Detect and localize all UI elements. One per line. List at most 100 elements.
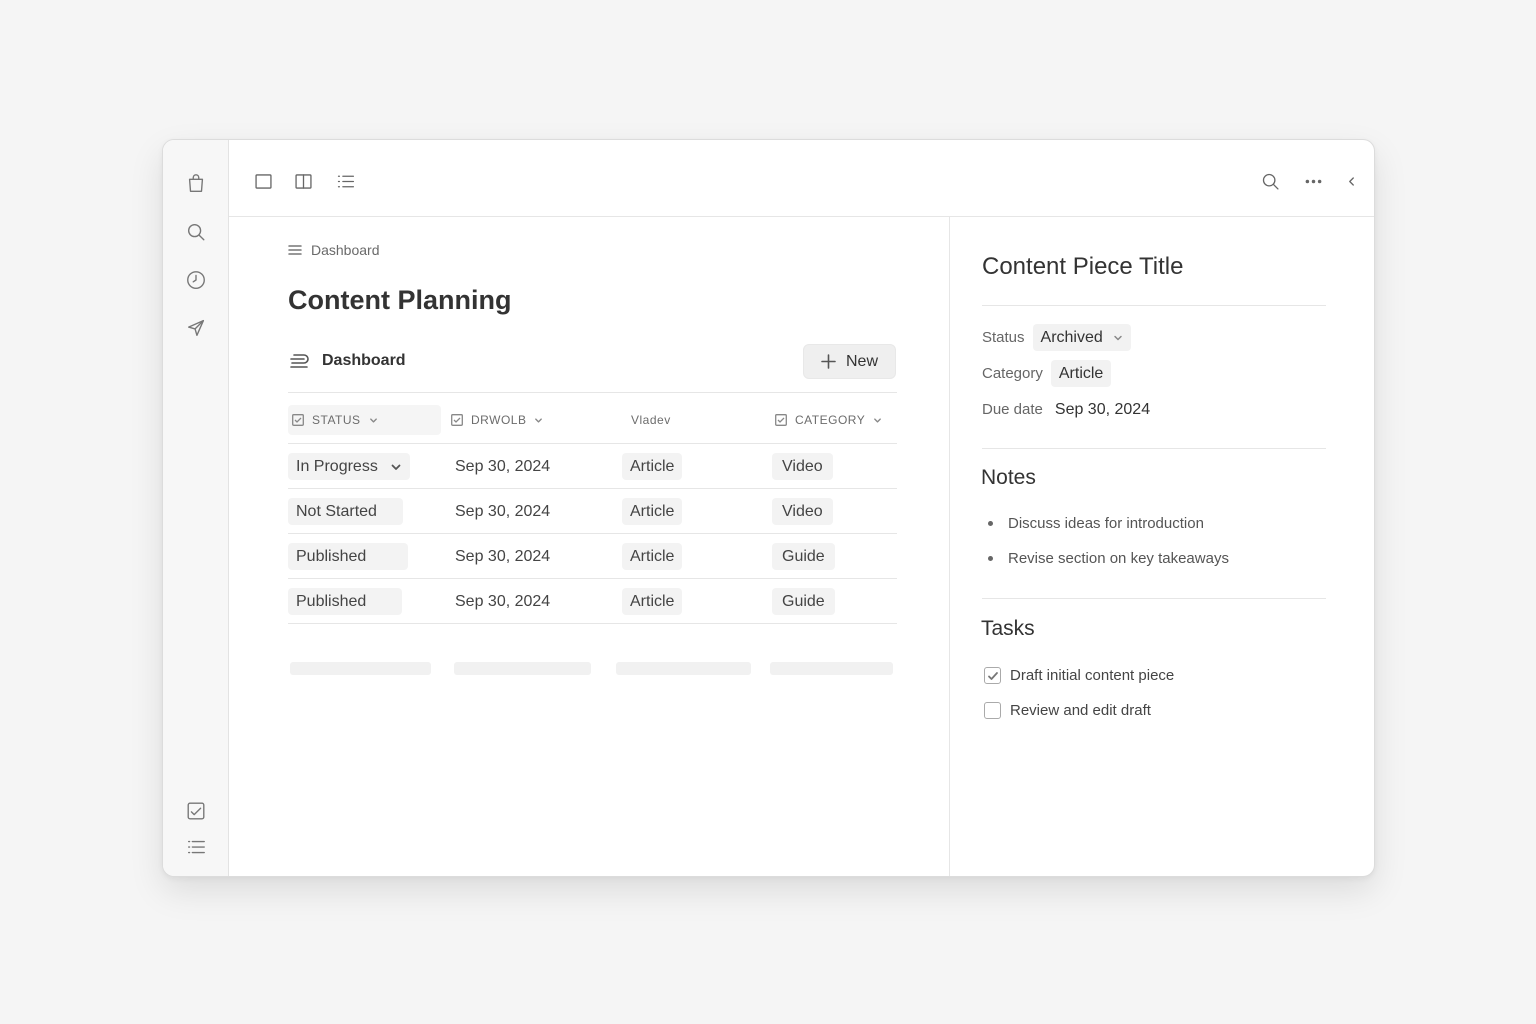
status-cell[interactable]: Published [288, 588, 403, 615]
status-value: In Progress [296, 457, 378, 475]
stack-icon [290, 354, 309, 368]
date-cell[interactable]: Sep 30, 2024 [455, 588, 550, 615]
category-cell[interactable]: Video [772, 498, 833, 525]
status-select[interactable]: Published [288, 543, 409, 570]
property-label: Category [982, 365, 1043, 382]
column-header-category[interactable]: CATEGORY [771, 405, 882, 435]
date-cell[interactable]: Sep 30, 2024 [455, 543, 550, 570]
detail-panel: Content Piece Title Status Archived Cate… [951, 217, 1374, 876]
category-value[interactable]: Article [1050, 360, 1112, 387]
shopping-bag-icon[interactable] [183, 170, 209, 196]
category-cell[interactable]: Guide [772, 543, 835, 570]
type-cell[interactable]: Article [622, 453, 683, 480]
chevron-down-icon [535, 417, 543, 423]
category-cell[interactable]: Guide [772, 588, 835, 615]
detail-title[interactable]: Content Piece Title [982, 253, 1183, 281]
column-header-status[interactable]: STATUS [288, 405, 441, 435]
table-row[interactable]: Published Sep 30, 2024 Article Guide [288, 534, 897, 579]
category-tag: Guide [772, 543, 835, 570]
loading-placeholder [454, 662, 591, 675]
table-row[interactable]: Not Started Sep 30, 2024 Article Video [288, 489, 897, 534]
property-label: Status [982, 329, 1025, 346]
table-row[interactable]: In Progress Sep 30, 2024 Article Video [288, 444, 897, 489]
checkbox-icon [451, 414, 463, 426]
breadcrumb-label: Dashboard [311, 242, 380, 258]
tab-dashboard[interactable]: Dashboard [288, 351, 406, 371]
list-view-icon[interactable] [333, 169, 357, 193]
tasks-heading: Tasks [981, 617, 1035, 640]
send-icon[interactable] [183, 315, 209, 341]
table-header: STATUS DRWOLB Vladev CATEGORY [288, 405, 897, 444]
column-header-label: CATEGORY [795, 413, 866, 427]
type-cell[interactable]: Article [622, 543, 683, 570]
note-item[interactable]: Revise section on key takeaways [988, 550, 1229, 567]
type-cell[interactable]: Article [622, 498, 683, 525]
type-tag: Article [622, 453, 683, 480]
category-tag: Guide [772, 588, 835, 615]
checkbox-icon[interactable] [183, 798, 209, 824]
new-button[interactable]: New [803, 344, 896, 379]
date-cell[interactable]: Sep 30, 2024 [455, 453, 550, 480]
app-window: Dashboard Content Planning Dashboard New… [162, 139, 1375, 877]
status-select[interactable]: Published [288, 588, 403, 615]
content-table: STATUS DRWOLB Vladev CATEGORY In Progres… [288, 405, 897, 624]
page-title: Content Planning [288, 285, 512, 315]
more-icon[interactable] [1301, 169, 1325, 193]
status-select[interactable]: Not Started [288, 498, 403, 525]
status-cell[interactable]: Not Started [288, 498, 403, 525]
column-header-label: Vladev [631, 413, 671, 427]
breadcrumb[interactable]: Dashboard [288, 242, 380, 258]
chevron-down-icon [391, 464, 401, 470]
search-icon[interactable] [183, 219, 209, 245]
task-label: Review and edit draft [1010, 702, 1151, 719]
note-text: Discuss ideas for introduction [1008, 515, 1204, 532]
loading-placeholder [770, 662, 893, 675]
bullet-icon [988, 556, 993, 561]
note-text: Revise section on key takeaways [1008, 550, 1229, 567]
note-item[interactable]: Discuss ideas for introduction [988, 515, 1204, 532]
menu-icon [288, 245, 302, 255]
tab-dashboard-label: Dashboard [322, 352, 406, 369]
divider [982, 305, 1326, 306]
status-select[interactable]: In Progress [288, 453, 410, 480]
status-value: Not Started [296, 502, 377, 520]
single-pane-icon[interactable] [251, 169, 275, 193]
status-select[interactable]: Archived [1032, 324, 1131, 351]
status-value: Archived [1040, 328, 1103, 346]
divider [982, 598, 1326, 599]
type-tag: Article [622, 588, 683, 615]
type-tag: Article [622, 543, 683, 570]
new-button-label: New [845, 352, 878, 370]
status-cell[interactable]: Published [288, 543, 409, 570]
status-value: Published [296, 592, 367, 610]
category-cell[interactable]: Video [772, 453, 833, 480]
task-checkbox[interactable] [984, 702, 1001, 719]
settings-list-icon[interactable] [183, 834, 209, 860]
clock-icon[interactable] [183, 267, 209, 293]
loading-placeholder [616, 662, 751, 675]
chevron-down-icon [369, 417, 377, 423]
notes-heading: Notes [981, 466, 1036, 489]
task-item[interactable]: Review and edit draft [984, 702, 1151, 719]
category-tag: Video [772, 498, 833, 525]
column-header-type[interactable]: Vladev [627, 405, 671, 435]
toolbar [229, 140, 1374, 217]
search-icon[interactable] [1258, 169, 1282, 193]
split-pane-icon[interactable] [291, 169, 315, 193]
due-date-value[interactable]: Sep 30, 2024 [1051, 396, 1154, 423]
task-checkbox-checked[interactable] [984, 667, 1001, 684]
type-cell[interactable]: Article [622, 588, 683, 615]
checkbox-icon [775, 414, 787, 426]
loading-placeholder [290, 662, 431, 675]
divider [982, 448, 1326, 449]
date-cell[interactable]: Sep 30, 2024 [455, 498, 550, 525]
property-due-date: Due date Sep 30, 2024 [982, 396, 1154, 423]
checkbox-icon [292, 414, 304, 426]
property-label: Due date [982, 401, 1043, 418]
task-item[interactable]: Draft initial content piece [984, 667, 1174, 684]
column-header-date[interactable]: DRWOLB [447, 405, 543, 435]
status-cell[interactable]: In Progress [288, 453, 410, 480]
type-tag: Article [622, 498, 683, 525]
table-row[interactable]: Published Sep 30, 2024 Article Guide [288, 579, 897, 624]
collapse-icon[interactable] [1339, 169, 1363, 193]
